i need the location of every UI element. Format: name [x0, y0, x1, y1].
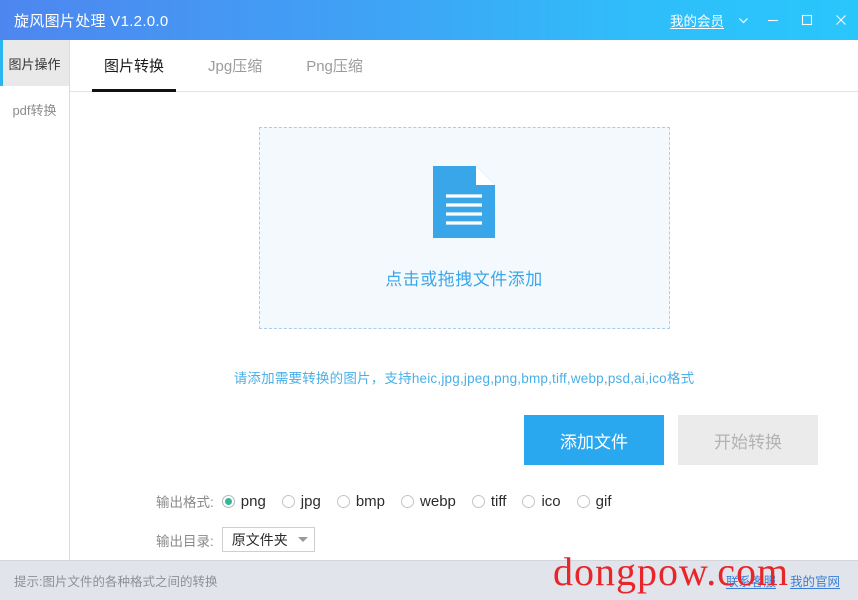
radio-label: webp [420, 492, 456, 510]
radio-label: tiff [490, 492, 507, 510]
radio-format-gif[interactable]: gif [576, 492, 612, 510]
sidebar-item-label: pdf转换 [12, 102, 57, 118]
output-directory-select[interactable]: 原文件夹 [221, 527, 315, 552]
radio-label: gif [595, 492, 612, 510]
sidebar-item-pdf-convert[interactable]: pdf转换 [0, 86, 69, 132]
status-hint-text: 提示:图片文件的各种格式之间的转换 [14, 575, 218, 589]
tab-label: Jpg压缩 [208, 58, 263, 75]
title-bar: 旋风图片处理 V1.2.0.0 我的会员 [0, 0, 858, 40]
application-window: 旋风图片处理 V1.2.0.0 我的会员 图片操作 pdf转换 图片转换 Jpg… [0, 0, 858, 600]
radio-format-ico[interactable]: ico [522, 492, 561, 510]
radio-label: jpg [300, 492, 321, 510]
radio-dot-icon [471, 494, 485, 508]
output-directory-value: 原文件夹 [231, 531, 288, 548]
tab-image-convert[interactable]: 图片转换 [82, 40, 186, 92]
output-format-label: 输出格式: [156, 495, 214, 510]
body-wrapper: 图片操作 pdf转换 图片转换 Jpg压缩 Png压缩 点击或拖拽文件添加 请添… [0, 40, 858, 560]
app-title: 旋风图片处理 V1.2.0.0 [14, 12, 169, 30]
file-drop-zone[interactable]: 点击或拖拽文件添加 [258, 127, 670, 329]
radio-label: bmp [355, 492, 386, 510]
tab-label: 图片转换 [104, 58, 165, 75]
tab-label: Png压缩 [306, 58, 363, 75]
sidebar-item-image-operations[interactable]: 图片操作 [0, 40, 69, 86]
radio-label: png [240, 492, 266, 510]
close-icon[interactable] [824, 0, 858, 40]
add-file-button[interactable]: 添加文件 [524, 415, 664, 465]
sidebar-item-label: 图片操作 [8, 56, 61, 72]
my-membership-link[interactable]: 我的会员 [670, 10, 724, 30]
chevron-down-icon [297, 537, 308, 542]
start-convert-button[interactable]: 开始转换 [678, 415, 818, 465]
document-file-icon [433, 166, 495, 243]
radio-dot-icon [281, 494, 295, 508]
output-directory-row: 输出目录: 原文件夹 [90, 527, 838, 552]
chevron-down-icon[interactable] [730, 0, 756, 40]
tab-bar: 图片转换 Jpg压缩 Png压缩 [70, 40, 858, 92]
drop-zone-label: 点击或拖拽文件添加 [385, 270, 543, 289]
title-bar-controls: 我的会员 [670, 0, 858, 40]
radio-format-bmp[interactable]: bmp [336, 492, 386, 510]
content-area: 点击或拖拽文件添加 请添加需要转换的图片，支持heic,jpg,jpeg,png… [70, 92, 858, 560]
format-hint-text: 请添加需要转换的图片，支持heic,jpg,jpeg,png,bmp,tiff,… [233, 371, 695, 386]
status-bar-links: 联系客服 我的官网 [726, 571, 840, 590]
output-format-row: 输出格式: png jpg bmp webp tiff ico gif [90, 491, 838, 511]
radio-dot-icon [336, 494, 350, 508]
radio-dot-icon [576, 494, 590, 508]
radio-format-jpg[interactable]: jpg [281, 492, 321, 510]
sidebar: 图片操作 pdf转换 [0, 40, 70, 560]
radio-label: ico [541, 492, 561, 510]
contact-support-link[interactable]: 联系客服 [726, 571, 776, 590]
tab-jpg-compress[interactable]: Jpg压缩 [186, 40, 284, 91]
minimize-icon[interactable] [756, 0, 790, 40]
action-button-row: 添加文件 开始转换 [90, 415, 838, 465]
output-directory-label: 输出目录: [156, 533, 214, 549]
radio-dot-icon [401, 494, 415, 508]
radio-format-webp[interactable]: webp [401, 493, 456, 510]
radio-dot-icon [522, 494, 536, 508]
official-website-link[interactable]: 我的官网 [790, 571, 840, 590]
radio-format-png[interactable]: png [221, 492, 266, 510]
status-bar: 提示:图片文件的各种格式之间的转换 联系客服 我的官网 [0, 560, 858, 600]
radio-dot-icon [221, 494, 235, 508]
maximize-icon[interactable] [790, 0, 824, 40]
tab-png-compress[interactable]: Png压缩 [284, 40, 385, 91]
main-panel: 图片转换 Jpg压缩 Png压缩 点击或拖拽文件添加 请添加需要转换的图片，支持… [70, 40, 858, 560]
radio-format-tiff[interactable]: tiff [471, 492, 507, 510]
